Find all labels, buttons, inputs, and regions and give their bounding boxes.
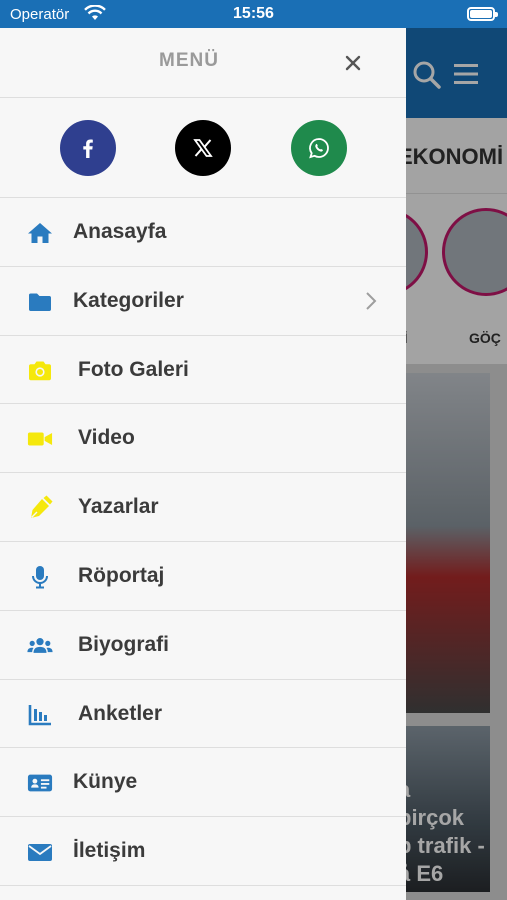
menu-item-anasayfa[interactable]: Anasayfa [0, 198, 406, 267]
menu-item-yazarlar[interactable]: Yazarlar [0, 473, 406, 542]
menu-item-kunye[interactable]: Künye [0, 748, 406, 818]
x-icon [193, 139, 213, 157]
menu-item-anketler[interactable]: Anketler [0, 680, 406, 749]
close-icon [345, 55, 361, 71]
pen-icon [27, 495, 53, 521]
menu-item-label: İletişim [73, 839, 146, 863]
close-button[interactable] [338, 48, 368, 78]
id-card-icon [27, 770, 53, 796]
users-icon [27, 633, 53, 659]
menu-item-biyografi[interactable]: Biyografi [0, 611, 406, 680]
menu-item-video[interactable]: Video [0, 404, 406, 474]
menu-item-iletisim[interactable]: İletişim [0, 817, 406, 886]
menu-item-label: Video [78, 426, 135, 450]
facebook-button[interactable] [60, 120, 116, 176]
microphone-icon [27, 564, 53, 590]
menu-item-label: Foto Galeri [78, 357, 189, 381]
video-icon [27, 426, 53, 452]
menu-item-label: Anketler [78, 701, 163, 725]
menu-item-foto-galeri[interactable]: Foto Galeri [0, 336, 406, 405]
menu-item-label: Yazarlar [78, 495, 159, 519]
battery-icon [467, 7, 498, 21]
clock: 15:56 [233, 5, 274, 22]
status-bar: Operatör 15:56 [0, 0, 507, 28]
menu-item-label: Kategoriler [73, 288, 184, 312]
envelope-icon [27, 839, 53, 865]
home-icon [27, 220, 53, 246]
social-links [0, 98, 406, 198]
menu-item-label: Anasayfa [73, 220, 167, 243]
menu-item-roportaj[interactable]: Röportaj [0, 542, 406, 611]
menu-item-label: Biyografi [78, 632, 170, 656]
folder-icon [27, 289, 53, 315]
chart-icon [27, 702, 53, 728]
whatsapp-button[interactable] [291, 120, 347, 176]
drawer-title: MENÜ [159, 50, 219, 71]
camera-icon [27, 358, 53, 384]
menu-item-label: Röportaj [78, 563, 165, 587]
whatsapp-icon [309, 138, 329, 159]
menu-item-kategoriler[interactable]: Kategoriler [0, 267, 406, 336]
menu-list: Anasayfa Kategoriler Foto Galeri Video Y… [0, 198, 406, 886]
side-menu: MENÜ Anasayfa Kategoriler Foto Galeri Vi… [0, 28, 406, 900]
drawer-header: MENÜ [0, 28, 406, 98]
x-button[interactable] [175, 120, 231, 176]
menu-item-label: Künye [73, 770, 138, 794]
facebook-icon [83, 139, 93, 158]
chevron-right-icon [364, 291, 378, 316]
